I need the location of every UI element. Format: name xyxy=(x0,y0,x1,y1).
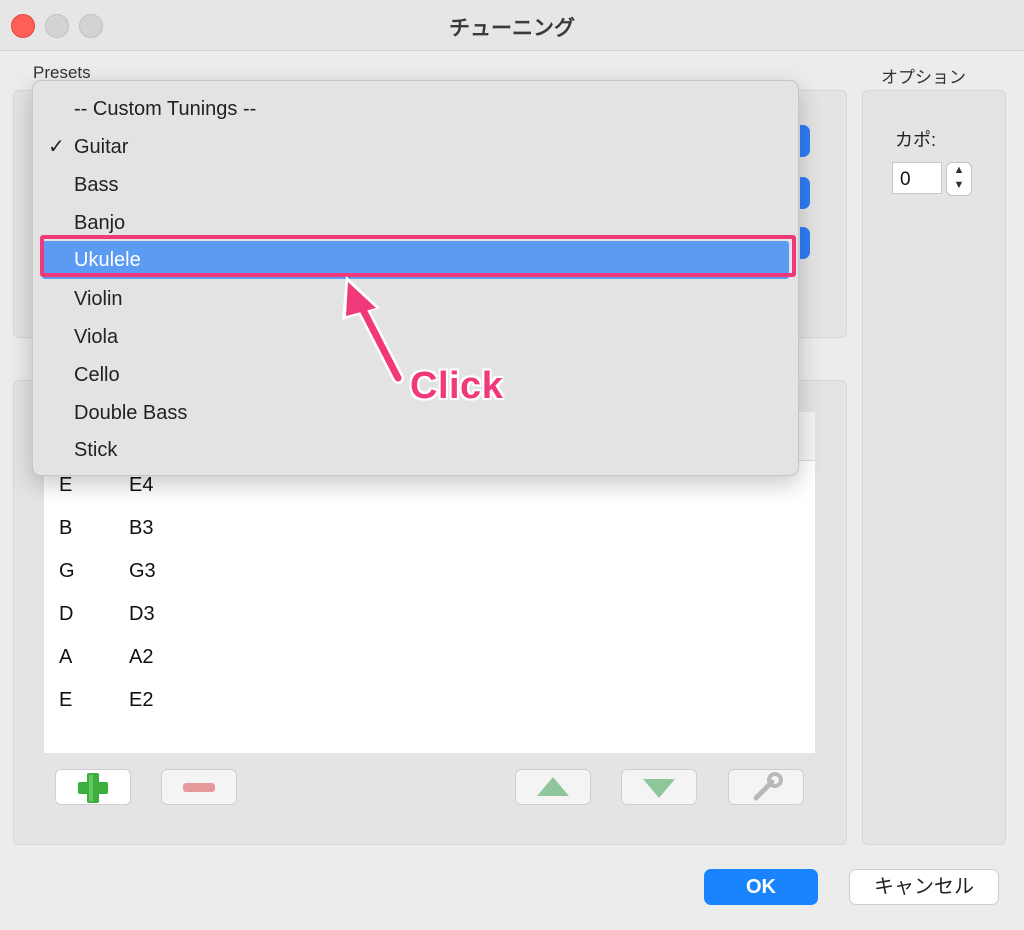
minus-icon xyxy=(183,783,215,792)
plus-icon xyxy=(78,773,108,803)
table-row[interactable]: E E2 xyxy=(44,689,815,732)
capo-stepper[interactable]: ▲ ▼ xyxy=(946,162,972,196)
string-name: B xyxy=(59,517,73,539)
string-note: D3 xyxy=(129,603,155,625)
string-name: E xyxy=(59,474,73,496)
menu-item-label: Viola xyxy=(74,326,119,348)
menu-item-label: Banjo xyxy=(74,212,126,234)
table-row[interactable]: G G3 xyxy=(44,560,815,603)
stepper-down-icon[interactable]: ▼ xyxy=(947,179,971,191)
string-name: E xyxy=(59,689,73,711)
string-note: B3 xyxy=(129,517,154,539)
cancel-button[interactable]: キャンセル xyxy=(849,869,999,905)
annotation-click-label: Click xyxy=(410,365,504,407)
menu-item-label: Violin xyxy=(74,288,123,310)
window-title: チューニング xyxy=(449,17,575,40)
wrench-icon xyxy=(753,772,783,801)
table-row[interactable]: B B3 xyxy=(44,517,815,560)
string-name: A xyxy=(59,646,73,668)
string-name: D xyxy=(59,603,74,625)
table-row[interactable]: D D3 xyxy=(44,603,815,646)
menu-item-label: Cello xyxy=(74,364,120,386)
ok-button[interactable]: OK xyxy=(704,869,818,905)
preset-popup-button-2[interactable] xyxy=(800,177,810,209)
menu-item-bass[interactable]: Bass xyxy=(33,166,798,204)
string-note: E2 xyxy=(129,689,154,711)
menu-item-label: Guitar xyxy=(74,136,129,158)
arrow-down-icon xyxy=(643,779,675,798)
menu-item-label: -- Custom Tunings -- xyxy=(74,98,257,120)
preset-popup-button[interactable] xyxy=(800,125,810,157)
move-up-button[interactable] xyxy=(515,769,591,805)
menu-item-stick[interactable]: Stick xyxy=(33,431,798,469)
menu-item-guitar[interactable]: ✓ Guitar xyxy=(33,128,798,166)
capo-input[interactable]: 0 xyxy=(892,162,942,194)
move-down-button[interactable] xyxy=(621,769,697,805)
annotation-arrow-icon xyxy=(342,276,404,384)
tuning-dialog: チューニング Presets オプション カポ: 0 ▲ ▼ E E4 B B3… xyxy=(0,0,1024,930)
menu-item-label: Double Bass xyxy=(74,402,188,424)
add-string-button[interactable] xyxy=(55,769,131,805)
edit-string-button[interactable] xyxy=(728,769,804,805)
arrow-up-icon xyxy=(537,777,569,796)
menu-item-label: Bass xyxy=(74,174,119,196)
table-row[interactable]: A A2 xyxy=(44,646,815,689)
capo-label: カポ: xyxy=(895,130,937,150)
string-note: A2 xyxy=(129,646,154,668)
checkmark-icon: ✓ xyxy=(48,136,65,158)
title-bar: チューニング xyxy=(0,0,1024,51)
options-group xyxy=(862,90,1006,845)
options-label: オプション xyxy=(881,68,966,87)
string-name: G xyxy=(59,560,75,582)
string-note: G3 xyxy=(129,560,156,582)
remove-string-button[interactable] xyxy=(161,769,237,805)
table-row[interactable]: E E4 xyxy=(44,474,815,517)
string-note: E4 xyxy=(129,474,154,496)
preset-popup-button-3[interactable] xyxy=(800,227,810,259)
menu-item-custom-tunings[interactable]: -- Custom Tunings -- xyxy=(33,90,798,128)
stepper-up-icon[interactable]: ▲ xyxy=(947,164,971,176)
menu-item-label: Stick xyxy=(74,439,118,461)
